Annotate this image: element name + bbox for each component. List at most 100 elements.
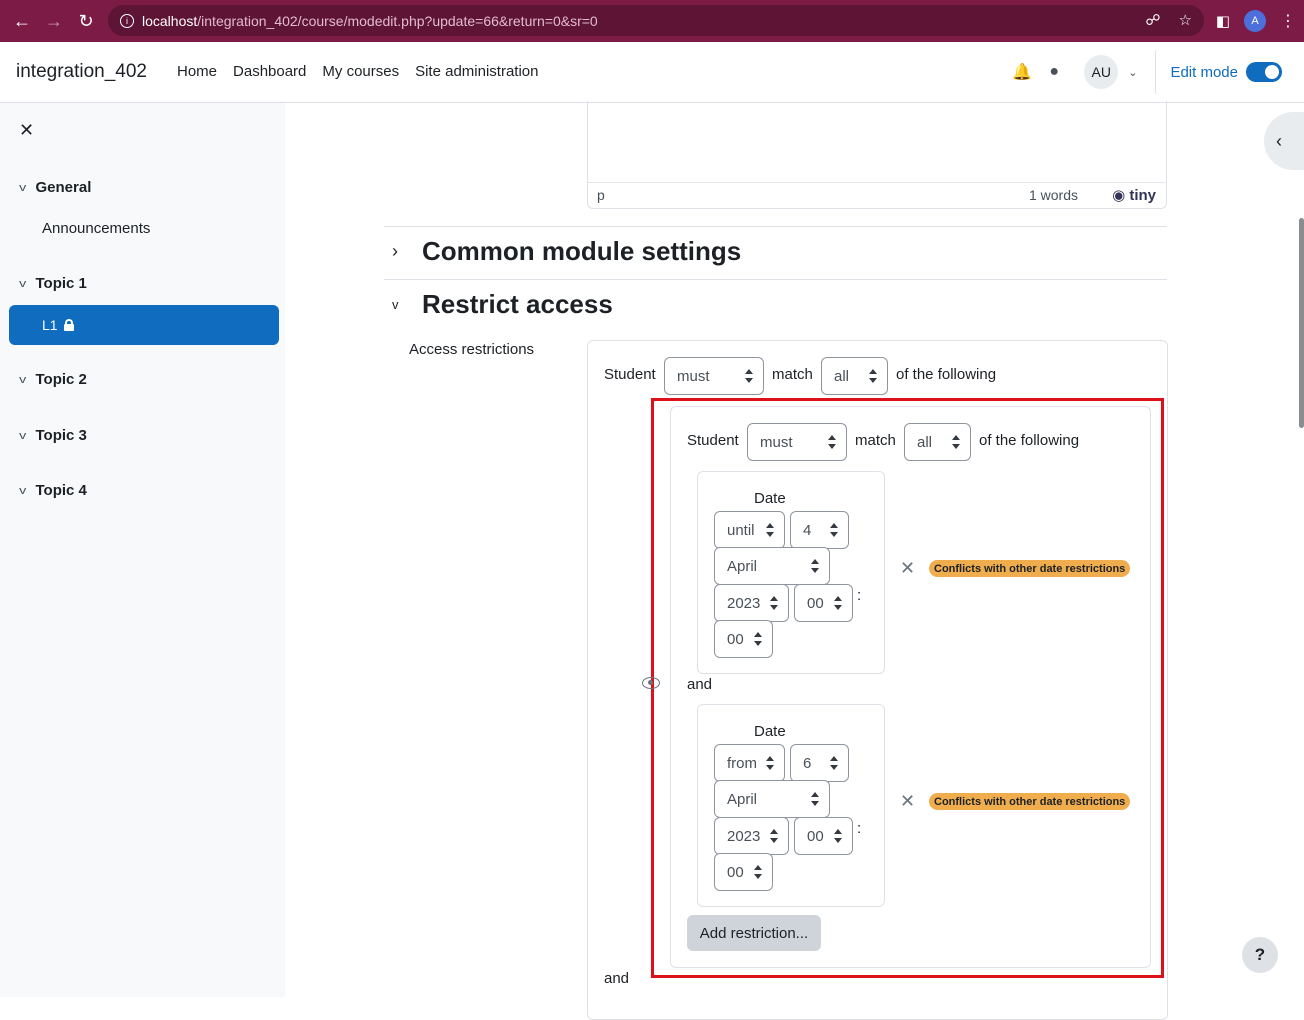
select-arrows-icon [754,632,762,646]
select-arrows-icon [770,829,778,843]
drawer-item-announcements[interactable]: Announcements [42,220,150,237]
drawer-section-general[interactable]: v General [19,179,91,196]
url-host: localhost [142,12,198,29]
select-value: until [727,521,755,539]
nav-dashboard[interactable]: Dashboard [233,63,306,80]
chevron-down-icon[interactable]: v [19,430,26,442]
drawer-section-topic-2[interactable]: v Topic 2 [19,371,87,388]
date-day-select[interactable]: 4 [790,511,849,549]
nav-home[interactable]: Home [177,63,217,80]
back-icon[interactable]: ← [6,11,38,32]
edit-mode-toggle[interactable] [1246,62,1282,82]
drawer-section-label: Topic 2 [35,371,87,388]
drawer-section-topic-1[interactable]: v Topic 1 [19,275,87,292]
drawer-section-label: Topic 3 [35,427,87,444]
date-hour-select[interactable]: 00 [794,584,853,622]
notifications-bell-icon[interactable]: 🔔 [1006,62,1038,82]
user-avatar[interactable]: AU [1084,55,1119,89]
select-value: 00 [807,594,824,612]
chevron-right-icon[interactable]: › [392,241,406,262]
select-arrows-icon [830,523,838,537]
chevron-down-icon[interactable]: v [19,485,26,497]
bookmark-star-icon[interactable]: ☆ [1179,11,1192,29]
select-value: all [834,367,850,385]
url-path: /integration_402/course/modedit.php?upda… [197,12,598,29]
section-header-common[interactable]: › Common module settings [392,236,741,267]
browser-menu-icon[interactable]: ⋮ [1280,11,1296,31]
select-arrows-icon [952,435,960,449]
select-value: must [677,367,710,385]
date-condition-label: Date [754,723,786,740]
date-minute-select[interactable]: 00 [714,620,773,658]
chevron-down-icon[interactable]: v [19,374,26,386]
page-scrollbar[interactable] [1299,218,1304,428]
inner-must-select[interactable]: must [747,423,847,461]
nav-site-administration[interactable]: Site administration [415,63,538,80]
date-day-select[interactable]: 6 [790,744,849,782]
outer-suffix-label: of the following [896,366,997,383]
date-direction-select[interactable]: until [714,511,785,549]
nav-my-courses[interactable]: My courses [322,63,399,80]
share-icon[interactable]: ☍ [1145,11,1160,29]
site-info-icon[interactable]: i [120,13,134,28]
chevron-down-icon[interactable]: v [19,182,26,194]
site-navbar: integration_402 Home Dashboard My course… [0,42,1304,103]
chevron-left-icon[interactable]: ‹ [1276,131,1282,152]
outer-condition-joiner: and [604,970,630,987]
forward-icon[interactable]: → [38,11,70,32]
date-minute-select[interactable]: 00 [714,853,773,891]
messages-chat-icon[interactable]: ● [1038,63,1070,81]
select-value: from [727,754,757,772]
select-value: 4 [803,521,812,539]
outer-all-select[interactable]: all [821,357,888,395]
delete-condition-icon[interactable]: ✕ [900,558,915,579]
address-bar[interactable]: i localhost/integration_402/course/moded… [108,5,1204,36]
outer-match-label: match [772,366,813,383]
site-name[interactable]: integration_402 [16,61,147,83]
drawer-section-topic-4[interactable]: v Topic 4 [19,482,87,499]
user-menu-chevron-down-icon[interactable]: ⌄ [1128,66,1137,79]
select-arrows-icon [811,559,819,573]
date-year-select[interactable]: 2023 [714,817,789,855]
select-arrows-icon [828,435,836,449]
course-index-drawer: ✕ v General Announcements v Topic 1 L1 v… [0,103,285,997]
text-editor[interactable]: p 1 words ◉ tiny [587,101,1167,209]
reload-icon[interactable]: ↻ [70,11,102,32]
section-title: Common module settings [422,236,742,266]
select-value: 00 [727,863,744,881]
select-arrows-icon [834,596,842,610]
add-restriction-button[interactable]: Add restriction... [687,915,821,951]
profile-avatar[interactable]: A [1244,10,1266,32]
drawer-item-l1[interactable]: L1 [9,305,279,345]
inner-student-label: Student [687,432,739,449]
help-button[interactable]: ? [1242,937,1278,973]
section-title: Restrict access [422,289,613,319]
date-hour-select[interactable]: 00 [794,817,853,855]
select-value: 00 [727,630,744,648]
date-year-select[interactable]: 2023 [714,584,789,622]
inner-match-label: match [855,432,896,449]
drawer-section-topic-3[interactable]: v Topic 3 [19,427,87,444]
section-header-restrict[interactable]: v Restrict access [392,289,613,320]
select-arrows-icon [830,756,838,770]
tiny-logo-text: tiny [1129,187,1156,204]
tiny-logo[interactable]: ◉ tiny [1112,186,1156,204]
close-drawer-icon[interactable]: ✕ [19,120,34,141]
date-month-select[interactable]: April [714,547,830,585]
chevron-down-icon[interactable]: v [392,297,406,312]
eye-icon[interactable] [642,677,660,689]
side-panel-icon[interactable]: ◧ [1216,12,1230,30]
edit-mode-label: Edit mode [1170,63,1238,81]
editor-element-path[interactable]: p [597,187,605,203]
editor-word-count[interactable]: 1 words [1029,187,1078,203]
outer-must-select[interactable]: must [664,357,764,395]
select-arrows-icon [811,792,819,806]
select-arrows-icon [869,369,877,383]
date-month-select[interactable]: April [714,780,830,818]
date-direction-select[interactable]: from [714,744,785,782]
time-separator: : [857,820,862,837]
delete-condition-icon[interactable]: ✕ [900,791,915,812]
select-arrows-icon [834,829,842,843]
inner-all-select[interactable]: all [904,423,971,461]
chevron-down-icon[interactable]: v [19,278,26,290]
